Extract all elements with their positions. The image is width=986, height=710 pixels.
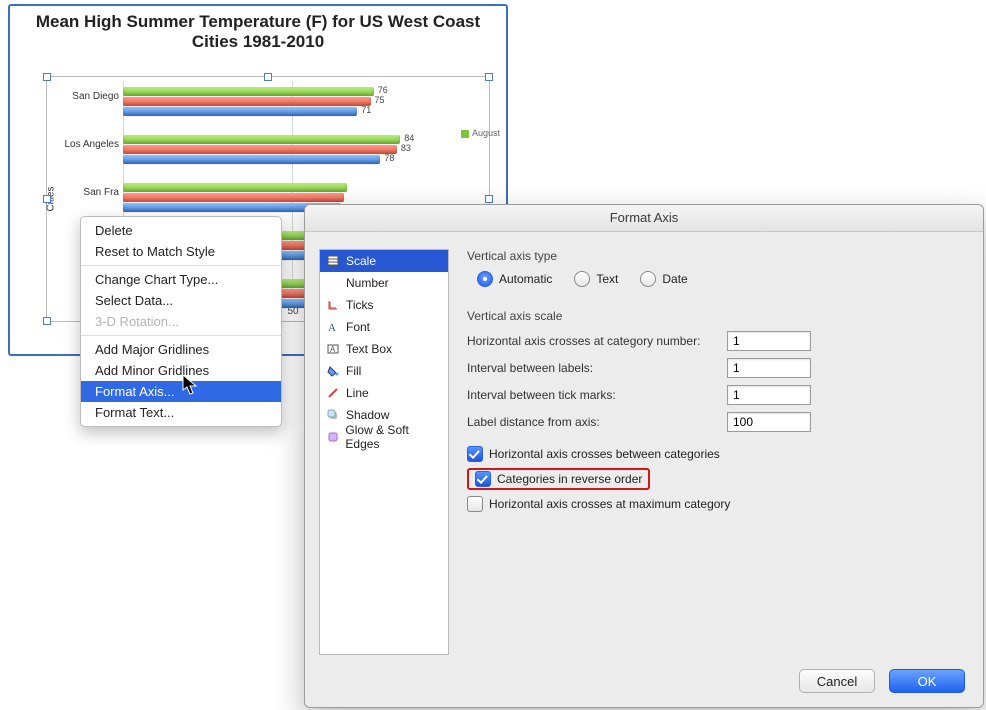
input-label-distance[interactable] [727,412,811,432]
sidebar-item-label: Glow & Soft Edges [345,423,442,451]
bar-value-label: 75 [375,95,385,105]
format-axis-dialog[interactable]: Format Axis Scale Number Ticks A Font A Text B… [304,204,984,708]
sidebar-item-label: Shadow [346,408,389,422]
input-interval-labels[interactable] [727,358,811,378]
sidebar-item-glow-soft-edges[interactable]: Glow & Soft Edges [320,426,448,448]
menu-item-add-minor-gridlines[interactable]: Add Minor Gridlines [81,360,281,381]
axis-type-label: Vertical axis type [467,249,969,263]
radio-icon [477,271,493,287]
bar-august[interactable] [123,87,374,96]
row-interval-labels: Interval between labels: [467,358,969,378]
sidebar-item-label: Text Box [346,342,392,356]
bar-july[interactable] [123,193,344,202]
checkbox-icon [467,446,483,462]
bar-july[interactable] [123,97,371,106]
context-menu[interactable]: DeleteReset to Match Style Change Chart T… [80,216,282,427]
scale-pane: Vertical axis type Automatic Text Date V… [467,249,969,655]
radio-automatic[interactable]: Automatic [477,271,552,287]
svg-text:A: A [328,322,336,333]
axis-type-radios: Automatic Text Date [477,271,969,287]
ticks-icon [326,298,340,312]
chk-reverse-order[interactable]: Categories in reverse order [467,468,969,490]
radio-text[interactable]: Text [574,271,618,287]
radio-icon [640,271,656,287]
number-icon [326,276,340,290]
row-crosses-at: Horizontal axis crosses at category numb… [467,331,969,351]
line-icon [326,386,340,400]
sidebar-item-font[interactable]: A Font [320,316,448,338]
sidebar-item-text-box[interactable]: A Text Box [320,338,448,360]
axis-scale-label: Vertical axis scale [467,309,969,323]
chk-crosses-between[interactable]: Horizontal axis crosses between categori… [467,446,969,462]
bar-value-label: 71 [361,105,371,115]
sidebar-item-number[interactable]: Number [320,272,448,294]
menu-item-format-axis[interactable]: Format Axis... [81,381,281,402]
sidebar-item-label: Font [346,320,370,334]
checkbox-icon [467,496,483,512]
bar-august[interactable] [123,183,347,192]
sidebar-item-label: Fill [346,364,361,378]
input-interval-ticks[interactable] [727,385,811,405]
input-crosses-at[interactable] [727,331,811,351]
sidebar-item-label: Number [346,276,389,290]
bar-june[interactable] [123,155,380,164]
radio-icon [574,271,590,287]
dialog-title: Format Axis [305,205,983,232]
ok-button[interactable]: OK [889,669,965,693]
menu-item-d-rotation: 3-D Rotation... [81,311,281,332]
bar-august[interactable] [123,135,400,144]
legend-partial: August [461,128,500,138]
sidebar-item-ticks[interactable]: Ticks [320,294,448,316]
chart-title: Mean High Summer Temperature (F) for US … [10,6,506,56]
sidebar-item-label: Scale [346,254,376,268]
row-interval-ticks: Interval between tick marks: [467,385,969,405]
menu-item-change-chart-type[interactable]: Change Chart Type... [81,269,281,290]
font-icon: A [326,320,340,334]
bar-value-label: 76 [378,85,388,95]
menu-item-select-data[interactable]: Select Data... [81,290,281,311]
legend-swatch-icon [461,130,469,138]
radio-date[interactable]: Date [640,271,687,287]
category-label: Los Angeles [53,139,119,150]
bar-july[interactable] [123,145,397,154]
row-label-distance: Label distance from axis: [467,412,969,432]
bar-june[interactable] [123,107,357,116]
menu-item-delete[interactable]: Delete [81,220,281,241]
bar-value-label: 84 [404,133,414,143]
chk-crosses-max[interactable]: Horizontal axis crosses at maximum categ… [467,496,969,512]
text-box-icon: A [326,342,340,356]
sidebar-item-fill[interactable]: Fill [320,360,448,382]
shadow-icon [326,408,340,422]
highlight-box: Categories in reverse order [467,468,650,490]
checkbox-icon [475,471,491,487]
category-label: San Fra [53,187,119,198]
sidebar-item-label: Ticks [346,298,374,312]
bar-value-label: 78 [384,153,394,163]
svg-text:A: A [330,345,336,354]
sidebar-item-label: Line [346,386,369,400]
menu-item-format-text[interactable]: Format Text... [81,402,281,423]
dialog-sidebar[interactable]: Scale Number Ticks A Font A Text Box Fill Line Sh… [319,249,449,655]
category-label: San Diego [53,91,119,102]
cancel-button[interactable]: Cancel [799,669,875,693]
sidebar-item-line[interactable]: Line [320,382,448,404]
menu-item-reset-to-match-style[interactable]: Reset to Match Style [81,241,281,262]
bar-value-label: 83 [401,143,411,153]
sidebar-item-scale[interactable]: Scale [320,250,448,272]
glow-soft-edges-icon [326,430,339,444]
menu-item-add-major-gridlines[interactable]: Add Major Gridlines [81,339,281,360]
fill-icon [326,364,340,378]
scale-icon [326,254,340,268]
